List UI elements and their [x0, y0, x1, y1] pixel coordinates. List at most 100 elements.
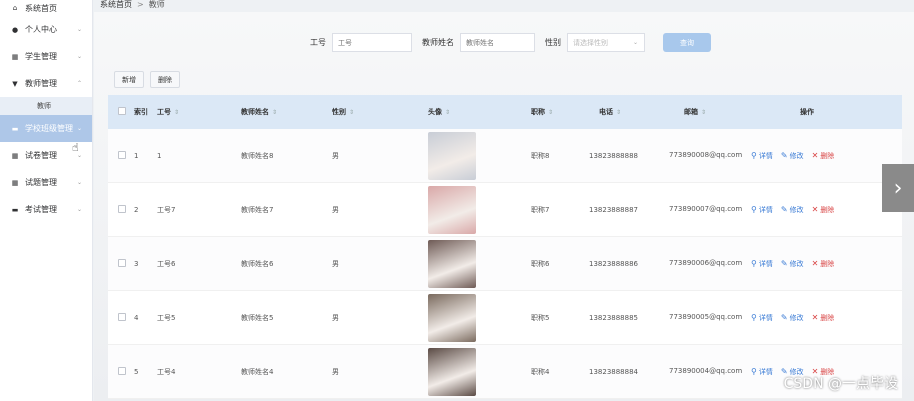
- table-row[interactable]: 4 工号5 教师姓名5 男 职称5 13823888885 773890005@qq.com…: [108, 291, 902, 345]
- row-delete-button[interactable]: ✕ 删除: [812, 259, 835, 269]
- cell-phone: 13823888884: [589, 367, 638, 376]
- search-bar: 工号 教师姓名 性别 请选择性别 ⌄ 查询: [310, 33, 711, 52]
- avatar-image[interactable]: [428, 239, 476, 288]
- chevron-right-icon: ›: [893, 175, 903, 201]
- avatar-image[interactable]: [428, 293, 476, 342]
- sidebar: ⌂ 系统首页 ● 个人中心 ⌄ ▦ 学生管理 ⌄ ▼ 教师管理 ⌃ 教师 ▬ 学…: [0, 0, 93, 401]
- row-delete-button[interactable]: ✕ 删除: [812, 205, 835, 215]
- chevron-down-icon: ⌄: [76, 179, 82, 186]
- cell-title: 职称5: [531, 313, 550, 322]
- row-delete-button[interactable]: ✕ 删除: [812, 151, 835, 161]
- avatar-image[interactable]: [428, 131, 476, 180]
- header-title[interactable]: 职称 ⇕: [493, 107, 579, 117]
- table-row[interactable]: 1 1 教师姓名8 男 职称8 13823888888 773890008@qq.com ⚲ 详…: [108, 129, 902, 183]
- row-checkbox[interactable]: [118, 366, 126, 375]
- cell-sex: 男: [332, 205, 339, 214]
- avatar-image[interactable]: [428, 185, 476, 234]
- edit-button[interactable]: ✎ 修改: [781, 205, 804, 215]
- chevron-up-icon: ⌃: [76, 80, 82, 87]
- cell-phone: 13823888885: [589, 313, 638, 322]
- sort-icon: ⇕: [548, 109, 554, 116]
- sex-select[interactable]: 请选择性别 ⌄: [567, 33, 645, 52]
- edit-button[interactable]: ✎ 修改: [781, 259, 804, 269]
- edit-label: 修改: [789, 313, 804, 322]
- sidebar-item-profile[interactable]: ● 个人中心 ⌄: [0, 16, 92, 43]
- detail-button[interactable]: ⚲ 详情: [751, 313, 773, 323]
- header-label: 工号: [157, 108, 171, 116]
- select-all-cell: [108, 107, 134, 117]
- search-label-name: 教师姓名: [422, 38, 454, 47]
- row-select-cell: [108, 312, 134, 323]
- row-checkbox[interactable]: [118, 312, 126, 321]
- header-sex[interactable]: 性别 ⇕: [304, 107, 385, 117]
- sidebar-item-label: 教师管理: [25, 79, 57, 88]
- detail-label: 详情: [758, 151, 773, 160]
- cell-sex: 男: [332, 367, 339, 376]
- header-mail[interactable]: 邮箱 ⇕: [664, 106, 748, 119]
- header-name[interactable]: 教师姓名 ⇕: [214, 107, 304, 117]
- sidebar-item-teachers[interactable]: ▼ 教师管理 ⌃: [0, 70, 92, 97]
- cell-name: 教师姓名4: [241, 367, 274, 376]
- cell-title: 职称8: [531, 151, 550, 160]
- header-avatar[interactable]: 头像 ⇕: [385, 107, 493, 117]
- query-button[interactable]: 查询: [663, 33, 711, 52]
- table-row[interactable]: 2 工号7 教师姓名7 男 职称7 13823888887 773890007@qq.com…: [108, 183, 902, 237]
- sidebar-item-exams[interactable]: ▬ 考试管理 ⌄: [0, 196, 92, 223]
- header-phone[interactable]: 电话 ⇕: [579, 107, 664, 117]
- sidebar-item-home[interactable]: ⌂ 系统首页: [0, 0, 92, 16]
- sidebar-subitem-teacher[interactable]: 教师: [0, 97, 92, 115]
- table-icon: ▦: [11, 178, 19, 187]
- cell-sex: 男: [332, 313, 339, 322]
- sidebar-item-label: 学生管理: [25, 52, 57, 61]
- header-label: 性别: [332, 108, 346, 116]
- select-all-checkbox[interactable]: [118, 107, 126, 115]
- row-checkbox[interactable]: [118, 204, 126, 213]
- detail-label: 详情: [758, 313, 773, 322]
- sidebar-item-class-management[interactable]: ▬ 学校班级管理 ⌄: [0, 115, 92, 142]
- row-checkbox[interactable]: [118, 258, 126, 267]
- cell-no: 1: [157, 151, 162, 160]
- chevron-down-icon: ⌄: [76, 206, 82, 213]
- sidebar-item-students[interactable]: ▦ 学生管理 ⌄: [0, 43, 92, 70]
- next-page-arrow[interactable]: ›: [882, 164, 914, 212]
- edit-button[interactable]: ✎ 修改: [781, 313, 804, 323]
- sidebar-item-label: 考试管理: [25, 205, 57, 214]
- sidebar-item-questions[interactable]: ▦ 试题管理 ⌄: [0, 169, 92, 196]
- edit-icon: ✎: [780, 259, 788, 268]
- sidebar-item-label: 试题管理: [25, 178, 57, 187]
- row-checkbox[interactable]: [118, 150, 126, 159]
- breadcrumb-home[interactable]: 系统首页: [100, 0, 132, 9]
- cell-ops: ⚲ 详情 ✎ 修改 ✕ 删除: [748, 259, 902, 269]
- row-select-cell: [108, 150, 134, 161]
- teacher-no-input[interactable]: [332, 33, 412, 52]
- cell-ops: ⚲ 详情 ✎ 修改 ✕ 删除: [748, 313, 902, 323]
- sidebar-item-label: 试卷管理: [25, 151, 57, 160]
- table-row[interactable]: 3 工号6 教师姓名6 男 职称6 13823888886 773890006@qq.com…: [108, 237, 902, 291]
- detail-button[interactable]: ⚲ 详情: [751, 367, 773, 377]
- cell-avatar: [385, 347, 493, 396]
- header-no[interactable]: 工号 ⇕: [154, 107, 214, 117]
- delete-button[interactable]: 删除: [150, 71, 180, 88]
- header-label: 邮箱: [684, 107, 698, 116]
- cell-avatar: [385, 239, 493, 288]
- cell-phone: 13823888888: [589, 151, 638, 160]
- edit-label: 修改: [789, 151, 804, 160]
- cell-index: 3: [134, 259, 139, 268]
- teacher-name-input[interactable]: [460, 33, 535, 52]
- search-icon: ⚲: [751, 259, 757, 268]
- edit-button[interactable]: ✎ 修改: [781, 151, 804, 161]
- add-button[interactable]: 新增: [114, 71, 144, 88]
- detail-button[interactable]: ⚲ 详情: [751, 259, 773, 269]
- cell-avatar: [385, 185, 493, 234]
- delete-label: 删除: [820, 313, 835, 322]
- cell-ops: ⚲ 详情 ✎ 修改 ✕ 删除: [748, 205, 902, 215]
- cell-name: 教师姓名8: [241, 151, 274, 160]
- breadcrumb-separator: >: [137, 0, 144, 9]
- detail-button[interactable]: ⚲ 详情: [751, 151, 773, 161]
- table-body: 1 1 教师姓名8 男职称8 13823888888 773890008@qq.com ⚲ 详…: [108, 129, 902, 399]
- avatar-image[interactable]: [428, 347, 476, 396]
- header-label: 头像: [428, 108, 442, 116]
- close-icon: ✕: [811, 205, 819, 214]
- row-delete-button[interactable]: ✕ 删除: [812, 313, 835, 323]
- detail-button[interactable]: ⚲ 详情: [751, 205, 773, 215]
